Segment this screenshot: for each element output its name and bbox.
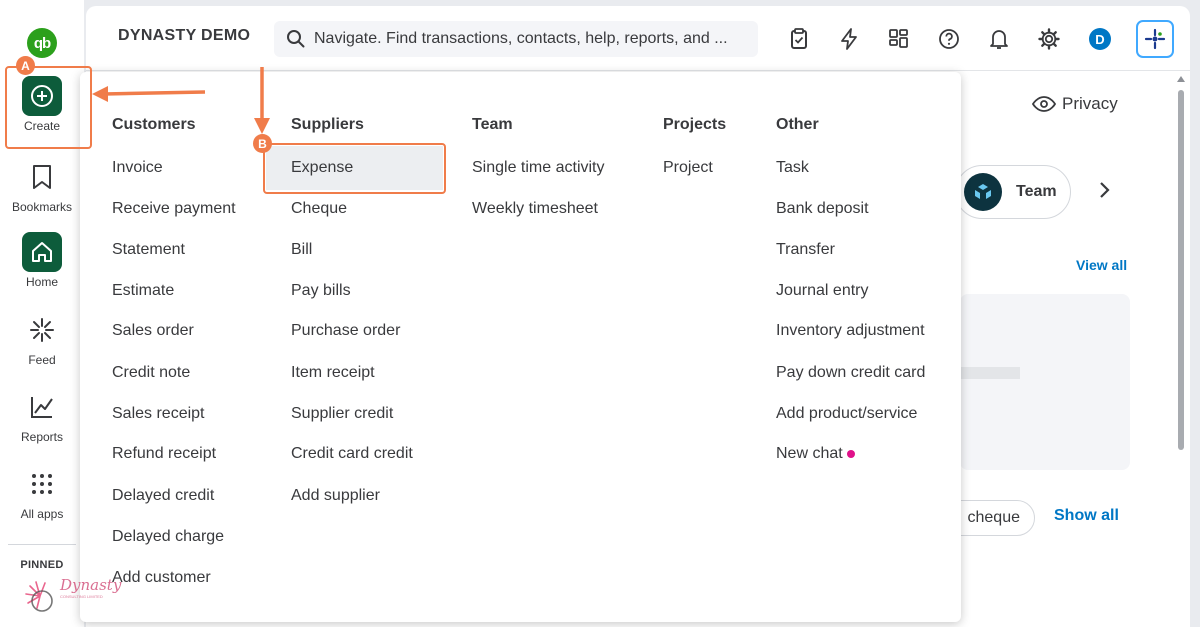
annotation-arrows bbox=[92, 67, 270, 134]
svg-text:CONSULTING LIMITED: CONSULTING LIMITED bbox=[60, 594, 103, 599]
svg-text:Dynasty: Dynasty bbox=[59, 576, 122, 594]
dynasty-watermark-logo: Dynasty CONSULTING LIMITED bbox=[25, 576, 122, 612]
